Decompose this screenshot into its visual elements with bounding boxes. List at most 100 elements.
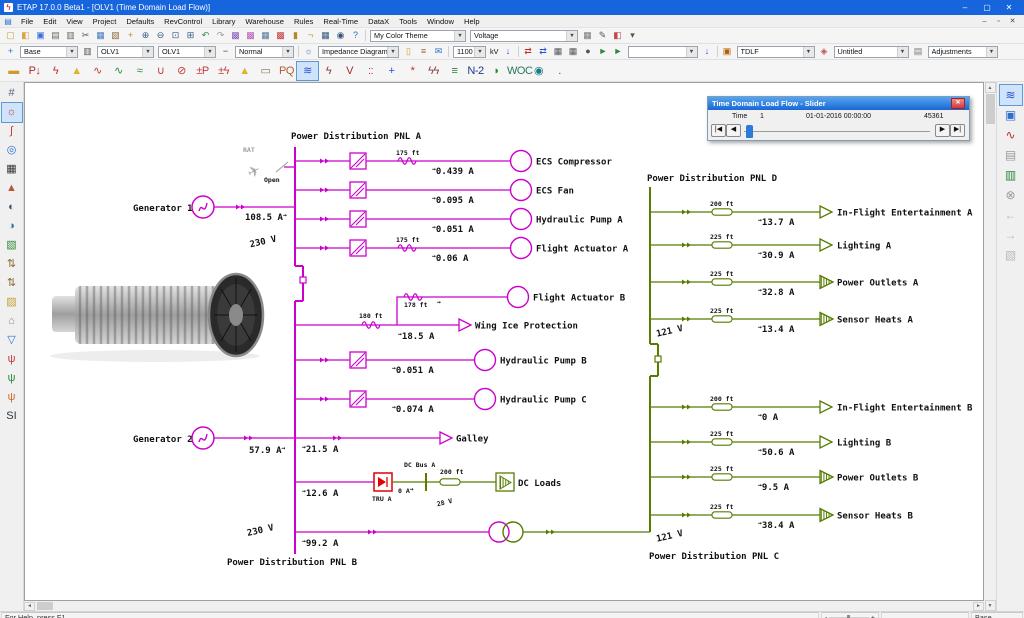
star-coordination-icon[interactable]: ∪ <box>150 62 171 80</box>
cable-schedule-icon[interactable]: ⇅ <box>2 274 22 293</box>
yellow-doc-icon[interactable]: ▯ <box>401 45 416 58</box>
key-icon[interactable]: ¬ <box>303 29 318 42</box>
adjustments-icon[interactable]: ▤ <box>911 45 926 58</box>
branch-lighting-a[interactable]: 225 ft Lighting A →30.9 A <box>650 233 892 261</box>
plot-icon[interactable]: ▥ <box>1000 165 1022 185</box>
get-online-data-icon[interactable]: ← <box>1000 205 1022 225</box>
presentation-icon[interactable]: ▥ <box>80 45 95 58</box>
hand-a-icon[interactable]: ► <box>596 45 611 58</box>
reliability-icon[interactable]: * <box>402 62 423 80</box>
switching-icon[interactable]: ϟ <box>318 62 339 80</box>
rat-source[interactable]: RAT ✈ Open <box>243 146 295 184</box>
more-icon[interactable]: . <box>549 62 570 80</box>
cut-icon[interactable]: ✂ <box>78 29 93 42</box>
branch-flight-actuator-a[interactable]: 175 ft Flight Actuator A →0.06 A <box>295 236 629 264</box>
branch-power-outlets-b[interactable]: 225 ft Power Outlets B →9.5 A <box>650 465 919 493</box>
zoom-out-icon[interactable]: - <box>825 613 827 618</box>
alert-view-icon[interactable]: ∿ <box>1000 125 1022 145</box>
zoom-in-icon[interactable]: ⊕ <box>138 29 153 42</box>
green-initiative-icon[interactable]: ◗ <box>486 62 507 80</box>
menu-project[interactable]: Project <box>88 17 122 26</box>
study-mode-combo[interactable]: TDLF▼ <box>737 46 815 58</box>
next-step-button[interactable]: ▶ <box>935 124 950 137</box>
chevron-down-icon[interactable]: ▼ <box>387 47 398 57</box>
woc-icon[interactable]: WOC <box>507 62 528 80</box>
chevron-down-icon[interactable]: ▼ <box>897 47 908 57</box>
menu-file[interactable]: File <box>16 17 38 26</box>
transfer-red-icon[interactable]: ⇄ <box>521 45 536 58</box>
scroll-left-icon[interactable]: ◄ <box>24 602 35 611</box>
find-icon[interactable]: ◉ <box>333 29 348 42</box>
vscroll-thumb[interactable] <box>986 94 995 124</box>
adjustments-combo[interactable]: Adjustments▼ <box>928 46 998 58</box>
network-analysis-icon[interactable]: ◎ <box>2 141 22 160</box>
sc-study-icon[interactable]: ±ϟ <box>213 62 234 80</box>
print-icon[interactable]: ▤ <box>48 29 63 42</box>
tie-transformer-branch[interactable]: 230 V →99.2 A <box>246 522 650 549</box>
chevron-down-icon[interactable]: ▼ <box>454 31 465 41</box>
color-palette-icon[interactable]: ◧ <box>610 29 625 42</box>
undo-icon[interactable]: ↶ <box>198 29 213 42</box>
calculator-icon[interactable]: ▦ <box>318 29 333 42</box>
tdlf-pq-icon[interactable]: PQ <box>276 62 297 80</box>
ground-grid-icon[interactable]: ≡ <box>444 62 465 80</box>
unbalanced-lf-icon[interactable]: ⊘ <box>171 62 192 80</box>
chevron-down-icon[interactable]: ▼ <box>282 47 293 57</box>
load-flow-icon[interactable]: P↓ <box>24 62 45 80</box>
get-template-icon[interactable]: → <box>1000 225 1022 245</box>
menu-tools[interactable]: Tools <box>394 17 422 26</box>
prev-step-button[interactable]: ◀ <box>726 124 741 137</box>
theme-grid-icon[interactable]: ▩ <box>273 29 288 42</box>
zoom-window-icon[interactable]: ⊡ <box>168 29 183 42</box>
hand-b-icon[interactable]: ► <box>611 45 626 58</box>
save-icon[interactable]: ▣ <box>33 29 48 42</box>
edit-wizard-icon[interactable]: ☼ <box>2 103 22 122</box>
time-slider-thumb[interactable] <box>746 125 753 138</box>
tree-b-icon[interactable]: ▦ <box>566 45 581 58</box>
branch-hydraulic-pump-a[interactable]: Hydraulic Pump A →0.051 A <box>295 209 623 236</box>
horizontal-scrollbar[interactable]: ◄ ► <box>24 601 984 611</box>
tdlf-study-icon[interactable]: ≋ <box>1000 85 1022 105</box>
display-options-icon[interactable]: ▣ <box>1000 105 1022 125</box>
config-combo[interactable]: Base▼ <box>20 46 78 58</box>
si-units-icon[interactable]: SI <box>2 407 22 426</box>
zoom-control[interactable]: - + <box>821 612 879 618</box>
branch-wing-ice-protection[interactable]: 180 ft Wing Ice Protection →18.5 A <box>295 312 578 342</box>
briefcase-icon[interactable]: ▣ <box>720 45 735 58</box>
panel-grid-icon[interactable]: ▦ <box>2 160 22 179</box>
branch-hydraulic-pump-b[interactable]: Hydraulic Pump B →0.051 A <box>295 350 587 377</box>
help-icon[interactable]: ? <box>348 29 363 42</box>
chevron-down-icon[interactable]: ▼ <box>986 47 997 57</box>
map-layers-icon[interactable]: ▧ <box>2 236 22 255</box>
study-case-icon[interactable]: ▬ <box>3 62 24 80</box>
curves-icon[interactable]: ∫ <box>2 122 22 141</box>
hscroll-thumb[interactable] <box>37 602 53 610</box>
branch-dc-system[interactable]: →12.6 A TRU A 0 A→ DC Bus A 200 ft <box>295 461 561 508</box>
tdlf-slider-window[interactable]: Time Domain Load Flow - Slider ✕ Time 1 … <box>707 96 970 141</box>
zoom-fit-icon[interactable]: ⊞ <box>183 29 198 42</box>
bus-pnl-a[interactable] <box>295 147 306 301</box>
protection-test-icon[interactable]: :: <box>360 62 381 80</box>
last-step-button[interactable]: ▶| <box>950 124 965 137</box>
revision-icon[interactable]: ◈ <box>817 45 832 58</box>
mdi-close-button[interactable]: ✕ <box>1006 17 1019 26</box>
vertical-scrollbar[interactable]: ▲ ▼ <box>984 82 996 611</box>
edit-pencil-icon[interactable]: ✎ <box>595 29 610 42</box>
generator-2[interactable]: Generator 2 57.9 A→ <box>133 427 295 456</box>
grid-display-icon[interactable]: ▦ <box>580 29 595 42</box>
time-slider-track[interactable] <box>744 131 930 132</box>
battery-sizing-icon[interactable]: ▭ <box>255 62 276 80</box>
network-green-icon[interactable]: ψ <box>2 369 22 388</box>
mdi-minimize-button[interactable]: – <box>978 17 991 26</box>
branch-ecs-fan[interactable]: ECS Fan →0.095 A <box>295 180 574 207</box>
bird-icon[interactable]: ▲ <box>2 179 22 198</box>
menu-warehouse[interactable]: Warehouse <box>240 17 289 26</box>
menu-datax[interactable]: DataX <box>363 17 394 26</box>
transfer-blue-icon[interactable]: ⇄ <box>536 45 551 58</box>
chevron-down-icon[interactable]: ▼ <box>66 47 77 57</box>
sld-schedule-icon[interactable]: ⇅ <box>2 255 22 274</box>
menu-rules[interactable]: Rules <box>289 17 318 26</box>
menu-edit[interactable]: Edit <box>38 17 61 26</box>
scroll-down-icon[interactable]: ▼ <box>985 600 996 611</box>
scroll-right-icon[interactable]: ► <box>973 602 984 611</box>
